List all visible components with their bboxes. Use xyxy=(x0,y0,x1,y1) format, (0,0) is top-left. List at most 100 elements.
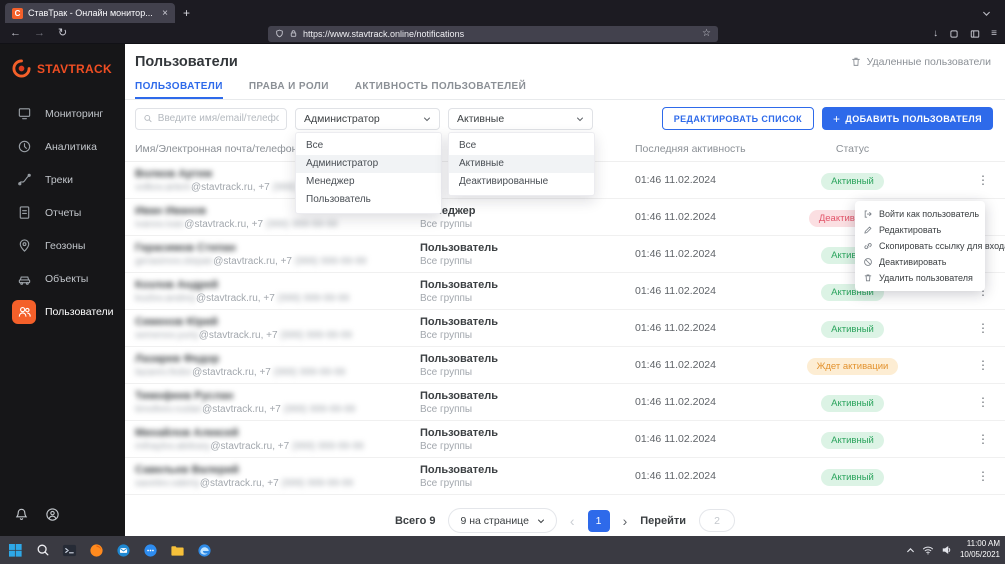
row-actions-cell: ⋮ xyxy=(973,467,993,485)
prev-page-chevron[interactable]: ‹ xyxy=(570,513,575,529)
taskbar-mail-icon[interactable] xyxy=(110,536,137,564)
menu-item-deactivate[interactable]: Деактивировать xyxy=(855,254,985,270)
search-input[interactable] xyxy=(158,113,279,124)
status-badge: Активный xyxy=(821,173,884,190)
row-menu-kebab-icon[interactable]: ⋮ xyxy=(973,358,993,372)
user-email: semenov.yuriy@stavtrack.ru, +7 (999) 999… xyxy=(135,330,420,341)
taskbar-chat-icon[interactable] xyxy=(137,536,164,564)
wifi-icon[interactable] xyxy=(922,544,934,556)
dropdown-option[interactable]: Активные xyxy=(449,155,594,173)
add-user-button[interactable]: + ДОБАВИТЬ ПОЛЬЗОВАТЕЛЯ xyxy=(822,107,993,130)
forward-button[interactable]: → xyxy=(34,28,45,39)
dropdown-option[interactable]: Все xyxy=(449,137,594,155)
bookmark-star-icon[interactable]: ☆ xyxy=(702,28,711,39)
new-tab-button[interactable]: + xyxy=(183,6,190,20)
taskbar-files-icon[interactable] xyxy=(164,536,191,564)
notifications-bell-icon[interactable] xyxy=(14,507,29,522)
sidebar-item-geozones[interactable]: Геозоны xyxy=(0,229,125,262)
user-name: Михайлов Алексей xyxy=(135,427,420,439)
extensions-icon[interactable] xyxy=(949,29,959,39)
taskbar-clock[interactable]: 11:00 AM 10/05/2021 xyxy=(960,539,1000,561)
user-name: Лазарев Федор xyxy=(135,353,420,365)
user-email: lazarev.fedor@stavtrack.ru, +7 (999) 999… xyxy=(135,367,420,378)
role-filter-select[interactable]: Администратор xyxy=(295,108,440,130)
sidebar-item-tracks[interactable]: Треки xyxy=(0,163,125,196)
dropdown-option[interactable]: Деактивированные xyxy=(449,173,594,191)
refresh-button[interactable]: ↻ xyxy=(58,28,67,39)
list-tabs-chevron-icon[interactable] xyxy=(982,9,991,18)
row-menu-kebab-icon[interactable]: ⋮ xyxy=(973,321,993,335)
taskbar-terminal-icon[interactable] xyxy=(56,536,83,564)
sidebar-item-label: Объекты xyxy=(45,273,88,285)
deleted-users-link[interactable]: Удаленные пользователи xyxy=(850,56,991,68)
row-menu-kebab-icon[interactable]: ⋮ xyxy=(973,395,993,409)
dropdown-option[interactable]: Менеджер xyxy=(296,173,441,191)
profile-icon[interactable] xyxy=(45,507,60,522)
sidebar-toggle-icon[interactable] xyxy=(970,29,980,39)
next-page-chevron[interactable]: › xyxy=(623,513,628,529)
taskbar-edge-icon[interactable] xyxy=(191,536,218,564)
sidebar-item-monitoring[interactable]: Мониторинг xyxy=(0,97,125,130)
status-badge: Активный xyxy=(821,469,884,486)
row-menu-kebab-icon[interactable]: ⋮ xyxy=(973,432,993,446)
row-menu-kebab-icon[interactable]: ⋮ xyxy=(973,469,993,483)
page-tab[interactable]: ПРАВА И РОЛИ xyxy=(249,75,329,99)
status-filter-select[interactable]: Активные xyxy=(448,108,593,130)
current-page-button[interactable]: 1 xyxy=(588,510,610,532)
lock-icon[interactable] xyxy=(289,29,298,38)
menu-item-login-as-user[interactable]: Войти как пользователь xyxy=(855,206,985,222)
browser-tab[interactable]: С СтавТрак - Онлайн монитор... × xyxy=(5,3,175,23)
dropdown-option[interactable]: Пользователь xyxy=(296,191,441,209)
sidebar-item-label: Пользователи xyxy=(45,306,114,318)
menu-item-label: Скопировать ссылку для входа xyxy=(879,241,1005,251)
page-tab[interactable]: ПОЛЬЗОВАТЕЛИ xyxy=(135,75,223,99)
tracking-protection-shield-icon[interactable] xyxy=(275,29,284,38)
back-button[interactable]: ← xyxy=(10,28,21,39)
menu-item-delete-user[interactable]: Удалить пользователя xyxy=(855,270,985,286)
status-filter-value: Активные xyxy=(457,113,504,125)
goto-page-input[interactable] xyxy=(699,509,735,532)
tab-close-icon[interactable]: × xyxy=(162,8,168,19)
status-cell: Активный xyxy=(821,393,884,412)
last-activity: 01:46 11.02.2024 xyxy=(635,174,790,186)
dropdown-option[interactable]: Администратор xyxy=(296,155,441,173)
start-button[interactable] xyxy=(2,536,29,564)
stavtrack-logo-icon xyxy=(12,59,31,78)
dropdown-option[interactable]: Все xyxy=(296,137,441,155)
status-badge: Активный xyxy=(821,321,884,338)
tray-chevron-up-icon[interactable] xyxy=(906,546,915,555)
user-role: Пользователь xyxy=(420,427,635,439)
geozones-icon xyxy=(12,234,36,258)
site-favicon: С xyxy=(12,8,23,19)
search-box xyxy=(135,108,287,130)
per-page-select[interactable]: 9 на странице xyxy=(448,508,556,533)
user-email: kozlov.andrey@stavtrack.ru, +7 (999) 999… xyxy=(135,293,420,304)
sidebar-item-analytics[interactable]: Аналитика xyxy=(0,130,125,163)
user-role-cell: Менеджер Все группы xyxy=(420,205,635,230)
row-actions-cell: ⋮ xyxy=(973,171,993,189)
url-bar[interactable]: https://www.stavtrack.online/notificatio… xyxy=(268,26,718,42)
user-role: Пользователь xyxy=(420,316,635,328)
row-menu-kebab-icon[interactable]: ⋮ xyxy=(973,173,993,187)
taskbar-search-button[interactable] xyxy=(29,536,56,564)
edit-list-button[interactable]: РЕДАКТИРОВАТЬ СПИСОК xyxy=(662,107,814,130)
sidebar-item-label: Отчеты xyxy=(45,207,81,219)
column-activity: Последняя активность xyxy=(635,143,790,155)
last-activity: 01:46 11.02.2024 xyxy=(635,285,790,297)
menu-hamburger-icon[interactable]: ≡ xyxy=(991,28,997,39)
sidebar-item-users[interactable]: Пользователи xyxy=(0,295,125,328)
menu-item-label: Редактировать xyxy=(879,225,941,235)
sidebar-item-reports[interactable]: Отчеты xyxy=(0,196,125,229)
downloads-icon[interactable]: ↓ xyxy=(933,28,938,39)
volume-icon[interactable] xyxy=(941,544,953,556)
menu-item-edit[interactable]: Редактировать xyxy=(855,222,985,238)
last-activity: 01:46 11.02.2024 xyxy=(635,322,790,334)
sidebar-item-objects[interactable]: Объекты xyxy=(0,262,125,295)
taskbar-firefox-icon[interactable] xyxy=(83,536,110,564)
page-tabs: ПОЛЬЗОВАТЕЛИ ПРАВА И РОЛИ АКТИВНОСТЬ ПОЛ… xyxy=(125,75,1005,100)
tab-title: СтавТрак - Онлайн монитор... xyxy=(28,8,157,18)
page-tab[interactable]: АКТИВНОСТЬ ПОЛЬЗОВАТЕЛЕЙ xyxy=(355,75,526,99)
user-role: Менеджер xyxy=(420,205,635,217)
row-actions-cell: ⋮ xyxy=(973,319,993,337)
menu-item-copy-login-link[interactable]: Скопировать ссылку для входа xyxy=(855,238,985,254)
